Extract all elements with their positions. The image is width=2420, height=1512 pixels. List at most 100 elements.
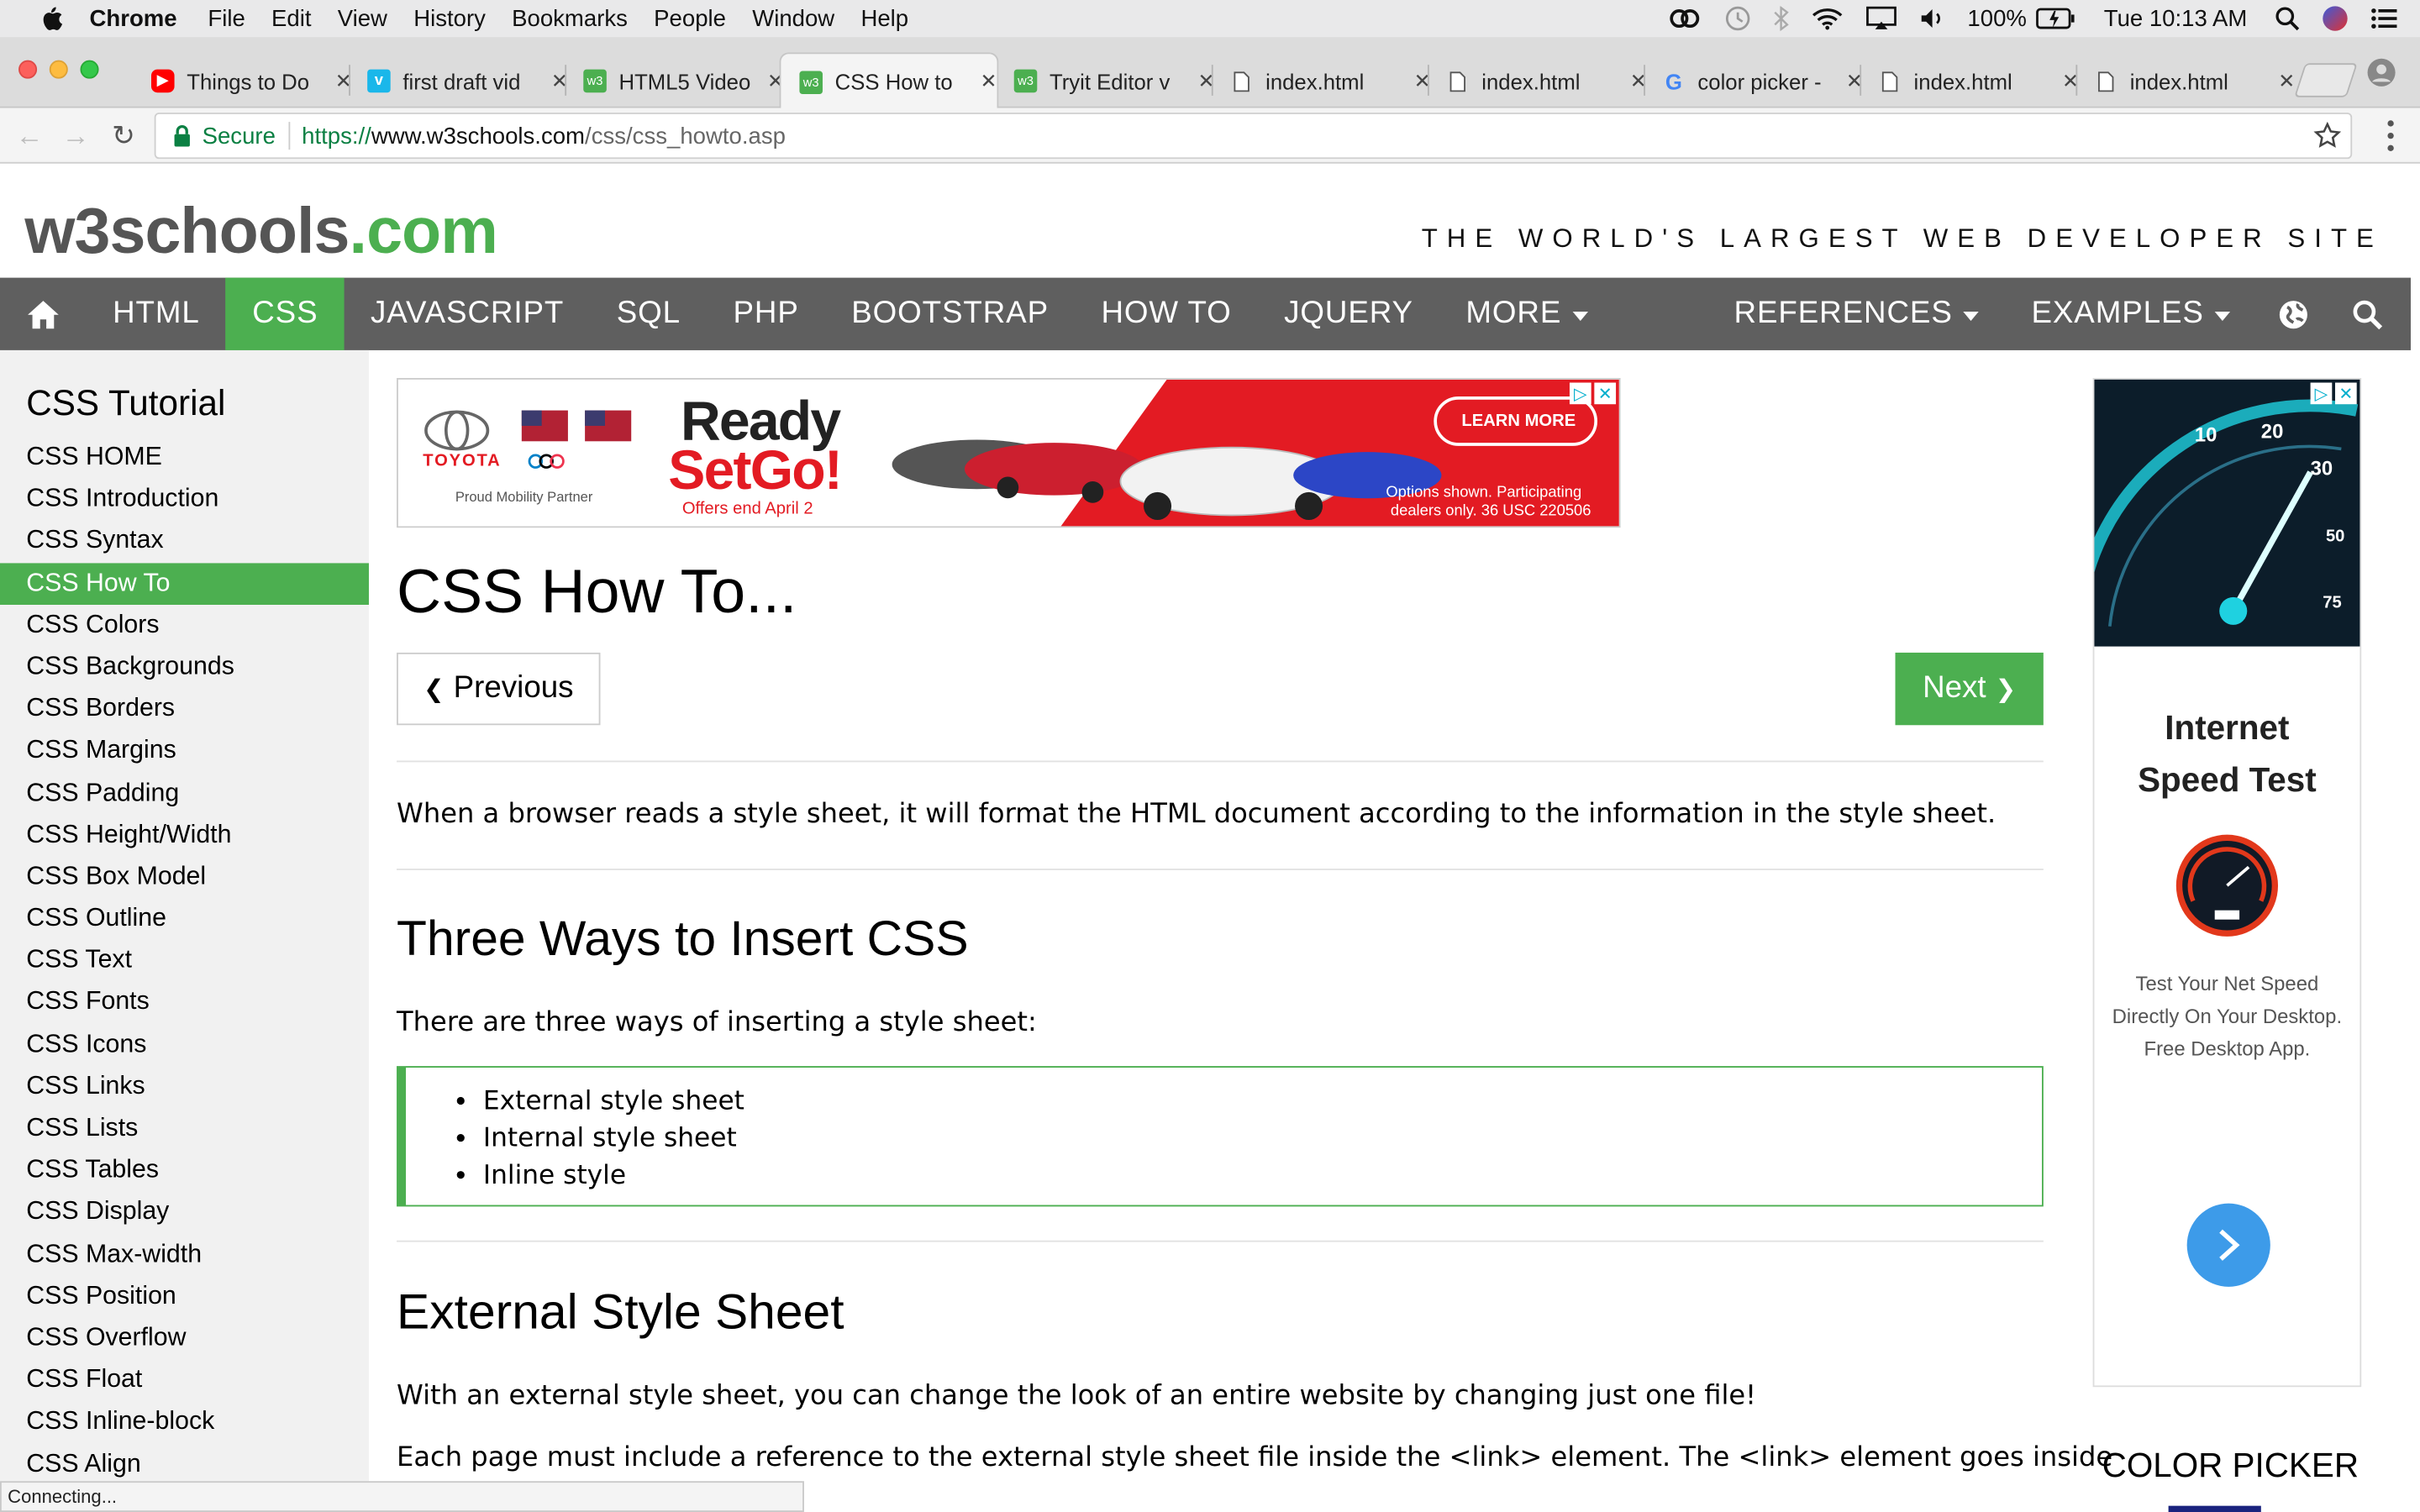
spotlight-search-icon[interactable] bbox=[2275, 6, 2300, 31]
tab-html5-video[interactable]: w3 HTML5 Video ✕ bbox=[565, 54, 784, 108]
tab-index-html-3[interactable]: index.html ✕ bbox=[1860, 54, 2079, 108]
ad-close-icon[interactable]: ✕ bbox=[2334, 382, 2357, 405]
menu-file[interactable]: File bbox=[208, 5, 245, 31]
apple-menu-icon[interactable] bbox=[34, 5, 67, 33]
sidebar-item-css-height-width[interactable]: CSS Height/Width bbox=[0, 814, 369, 856]
tab-css-how-to[interactable]: w3 CSS How to ✕ bbox=[779, 52, 999, 110]
sidebar-item-css-margins[interactable]: CSS Margins bbox=[0, 730, 369, 772]
ad-choices-icon[interactable]: ▷ bbox=[1569, 382, 1591, 405]
sidebar-item-css-overflow[interactable]: CSS Overflow bbox=[0, 1317, 369, 1359]
sidebar-item-css-position[interactable]: CSS Position bbox=[0, 1276, 369, 1318]
menu-view[interactable]: View bbox=[338, 5, 387, 31]
reload-icon[interactable]: ↻ bbox=[107, 118, 140, 152]
nav-sql[interactable]: SQL bbox=[590, 278, 707, 350]
nav-examples[interactable]: EXAMPLES bbox=[2005, 278, 2256, 350]
tab-index-html-4[interactable]: index.html ✕ bbox=[2075, 54, 2295, 108]
address-bar[interactable]: Secure https://www.w3schools.com/css/css… bbox=[154, 113, 2353, 160]
sidebar-item-css-how-to[interactable]: CSS How To bbox=[0, 562, 369, 605]
chrome-menu-icon[interactable] bbox=[2386, 120, 2396, 151]
sidebar-item-css-outline[interactable]: CSS Outline bbox=[0, 898, 369, 940]
sidebar-item-css-syntax[interactable]: CSS Syntax bbox=[0, 521, 369, 563]
vimeo-icon: v bbox=[367, 69, 391, 93]
ad-choices[interactable]: ▷ ✕ bbox=[1569, 382, 1617, 405]
color-picker-swatch[interactable] bbox=[2168, 1505, 2261, 1512]
nav-javascript[interactable]: JAVASCRIPT bbox=[345, 278, 591, 350]
forward-arrow-icon[interactable]: → bbox=[59, 118, 92, 152]
sidebar-item-css-backgrounds[interactable]: CSS Backgrounds bbox=[0, 646, 369, 688]
sidebar-item-css-lists[interactable]: CSS Lists bbox=[0, 1108, 369, 1150]
nav-css[interactable]: CSS bbox=[225, 277, 345, 350]
globe-icon[interactable] bbox=[2256, 278, 2330, 350]
sidebar-item-css-introduction[interactable]: CSS Introduction bbox=[0, 479, 369, 521]
sidebar-item-css-home[interactable]: CSS HOME bbox=[0, 437, 369, 479]
ad-close-icon[interactable]: ✕ bbox=[1594, 382, 1617, 405]
sidebar-item-css-box-model[interactable]: CSS Box Model bbox=[0, 856, 369, 898]
notification-center-icon[interactable] bbox=[2370, 8, 2398, 29]
sidebar-item-css-icons[interactable]: CSS Icons bbox=[0, 1024, 369, 1066]
previous-button[interactable]: ❮ Previous bbox=[397, 652, 601, 726]
bookmark-star-icon[interactable] bbox=[2313, 122, 2342, 150]
sidebar-item-css-display[interactable]: CSS Display bbox=[0, 1192, 369, 1234]
zoom-window-button[interactable] bbox=[80, 60, 99, 79]
tab-index-html-1[interactable]: index.html ✕ bbox=[1212, 54, 1431, 108]
home-icon[interactable] bbox=[0, 278, 87, 350]
clock[interactable]: Tue 10:13 AM bbox=[2104, 5, 2248, 31]
ad-arrow-button[interactable] bbox=[2186, 1203, 2270, 1287]
profile-icon[interactable] bbox=[2366, 57, 2397, 88]
menu-edit[interactable]: Edit bbox=[271, 5, 311, 31]
sidebar-item-css-text[interactable]: CSS Text bbox=[0, 940, 369, 982]
creative-cloud-icon[interactable] bbox=[1668, 6, 1702, 30]
sidebar-item-css-float[interactable]: CSS Float bbox=[0, 1359, 369, 1401]
sidebar-item-css-borders[interactable]: CSS Borders bbox=[0, 688, 369, 730]
next-button[interactable]: Next ❯ bbox=[1895, 652, 2044, 726]
speed-test-ad[interactable]: 10 20 30 50 75 ▷ ✕ Internet Speed Test Tes… bbox=[2092, 378, 2362, 1388]
w3schools-logo[interactable]: w3schools.com bbox=[24, 194, 497, 268]
sidebar-item-css-inline-block[interactable]: CSS Inline-block bbox=[0, 1401, 369, 1443]
nav-references[interactable]: REFERENCES bbox=[1707, 278, 2005, 350]
tab-first-draft-vid[interactable]: v first draft vid ✕ bbox=[349, 54, 568, 108]
nav-more[interactable]: MORE bbox=[1439, 278, 1614, 350]
sidebar-item-css-align[interactable]: CSS Align bbox=[0, 1443, 369, 1485]
time-machine-icon[interactable] bbox=[1723, 5, 1751, 33]
nav-html[interactable]: HTML bbox=[87, 278, 226, 350]
nav-bootstrap[interactable]: BOOTSTRAP bbox=[825, 278, 1075, 350]
close-tab-icon[interactable]: ✕ bbox=[2278, 69, 2295, 93]
menu-people[interactable]: People bbox=[654, 5, 726, 31]
nav-how-to[interactable]: HOW TO bbox=[1075, 278, 1258, 350]
menu-help[interactable]: Help bbox=[860, 5, 908, 31]
close-tab-icon[interactable]: ✕ bbox=[980, 70, 997, 94]
sidebar-item-css-fonts[interactable]: CSS Fonts bbox=[0, 982, 369, 1024]
tab-index-html-2[interactable]: index.html ✕ bbox=[1428, 54, 1647, 108]
sidebar-item-css-padding[interactable]: CSS Padding bbox=[0, 772, 369, 814]
siri-icon[interactable] bbox=[2321, 5, 2349, 33]
sidebar-item-css-max-width[interactable]: CSS Max-width bbox=[0, 1234, 369, 1276]
new-tab-button[interactable] bbox=[2294, 63, 2358, 97]
ad-choices[interactable]: ▷ ✕ bbox=[2310, 382, 2357, 405]
tab-tryit-editor[interactable]: w3 Tryit Editor v ✕ bbox=[996, 54, 1215, 108]
wifi-icon[interactable] bbox=[1810, 6, 1844, 30]
close-window-button[interactable] bbox=[18, 60, 38, 79]
menu-app-name[interactable]: Chrome bbox=[90, 5, 177, 31]
sidebar-item-css-colors[interactable]: CSS Colors bbox=[0, 605, 369, 647]
tab-title: index.html bbox=[1913, 68, 2012, 94]
nav-jquery[interactable]: JQUERY bbox=[1258, 278, 1439, 350]
toyota-ad-banner[interactable]: TOYOTA Proud Mobility Partner Ready SetG… bbox=[397, 378, 1621, 528]
ad-choices-icon[interactable]: ▷ bbox=[2310, 382, 2333, 405]
sidebar-item-css-links[interactable]: CSS Links bbox=[0, 1066, 369, 1108]
menu-history[interactable]: History bbox=[413, 5, 486, 31]
secure-label: Secure bbox=[202, 123, 276, 150]
bluetooth-icon[interactable] bbox=[1773, 6, 1789, 31]
airplay-icon[interactable] bbox=[1865, 6, 1897, 30]
sidebar-item-css-tables[interactable]: CSS Tables bbox=[0, 1150, 369, 1192]
battery-icon[interactable] bbox=[2036, 8, 2076, 29]
back-arrow-icon[interactable]: ← bbox=[13, 118, 46, 152]
volume-icon[interactable] bbox=[1918, 6, 1946, 30]
menu-window[interactable]: Window bbox=[752, 5, 834, 31]
search-icon[interactable] bbox=[2330, 278, 2411, 350]
ad-learn-more-button[interactable]: LEARN MORE bbox=[1461, 412, 1576, 430]
nav-php[interactable]: PHP bbox=[707, 278, 825, 350]
tab-things-to-do[interactable]: ▶ Things to Do ✕ bbox=[133, 54, 352, 108]
minimize-window-button[interactable] bbox=[49, 60, 68, 79]
tab-color-picker[interactable]: G color picker - ✕ bbox=[1644, 54, 1863, 108]
menu-bookmarks[interactable]: Bookmarks bbox=[512, 5, 628, 31]
